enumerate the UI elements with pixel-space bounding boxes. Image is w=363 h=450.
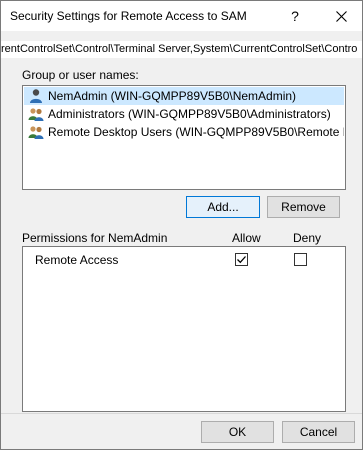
deny-column-header: Deny bbox=[293, 231, 322, 245]
group-icon bbox=[28, 108, 44, 121]
user-icon bbox=[30, 89, 42, 103]
cancel-button[interactable]: Cancel bbox=[282, 421, 355, 443]
title-bar: Security Settings for Remote Access to S… bbox=[1, 1, 362, 31]
deny-remote-access-checkbox[interactable] bbox=[294, 253, 307, 266]
permissions-label: Permissions for NemAdmin bbox=[22, 231, 168, 245]
group-user-list[interactable]: NemAdmin (WIN-GQMPP89V5B0\NemAdmin) Admi… bbox=[22, 85, 346, 190]
footer-divider bbox=[1, 413, 362, 414]
permissions-list: Remote Access bbox=[22, 246, 346, 412]
list-item-label: Remote Desktop Users (WIN-GQMPP89V5B0\Re… bbox=[48, 125, 344, 139]
remove-button[interactable]: Remove bbox=[267, 196, 340, 218]
add-button[interactable]: Add... bbox=[186, 196, 260, 218]
close-button[interactable] bbox=[321, 1, 361, 31]
help-button[interactable]: ? bbox=[275, 1, 315, 31]
group-names-label: Group or user names: bbox=[22, 68, 139, 82]
list-item-label: NemAdmin (WIN-GQMPP89V5B0\NemAdmin) bbox=[48, 89, 297, 103]
list-item-administrators[interactable]: Administrators (WIN-GQMPP89V5B0\Administ… bbox=[24, 105, 344, 123]
ok-button[interactable]: OK bbox=[201, 421, 274, 443]
security-dialog: Security Settings for Remote Access to S… bbox=[0, 0, 363, 450]
list-item-nemadmin[interactable]: NemAdmin (WIN-GQMPP89V5B0\NemAdmin) bbox=[24, 87, 344, 105]
checkmark-icon bbox=[237, 256, 246, 264]
dialog-title: Security Settings for Remote Access to S… bbox=[10, 9, 247, 23]
object-path: rentControlSet\Control\Terminal Server,S… bbox=[1, 41, 362, 58]
list-item-remote-desktop-users[interactable]: Remote Desktop Users (WIN-GQMPP89V5B0\Re… bbox=[24, 123, 344, 141]
close-icon bbox=[335, 10, 347, 22]
allow-remote-access-checkbox[interactable] bbox=[235, 253, 248, 266]
group-icon bbox=[28, 126, 44, 139]
object-path-text: rentControlSet\Control\Terminal Server,S… bbox=[1, 43, 358, 55]
permission-remote-access-label: Remote Access bbox=[35, 253, 119, 267]
list-item-label: Administrators (WIN-GQMPP89V5B0\Administ… bbox=[48, 107, 331, 121]
allow-column-header: Allow bbox=[232, 231, 261, 245]
